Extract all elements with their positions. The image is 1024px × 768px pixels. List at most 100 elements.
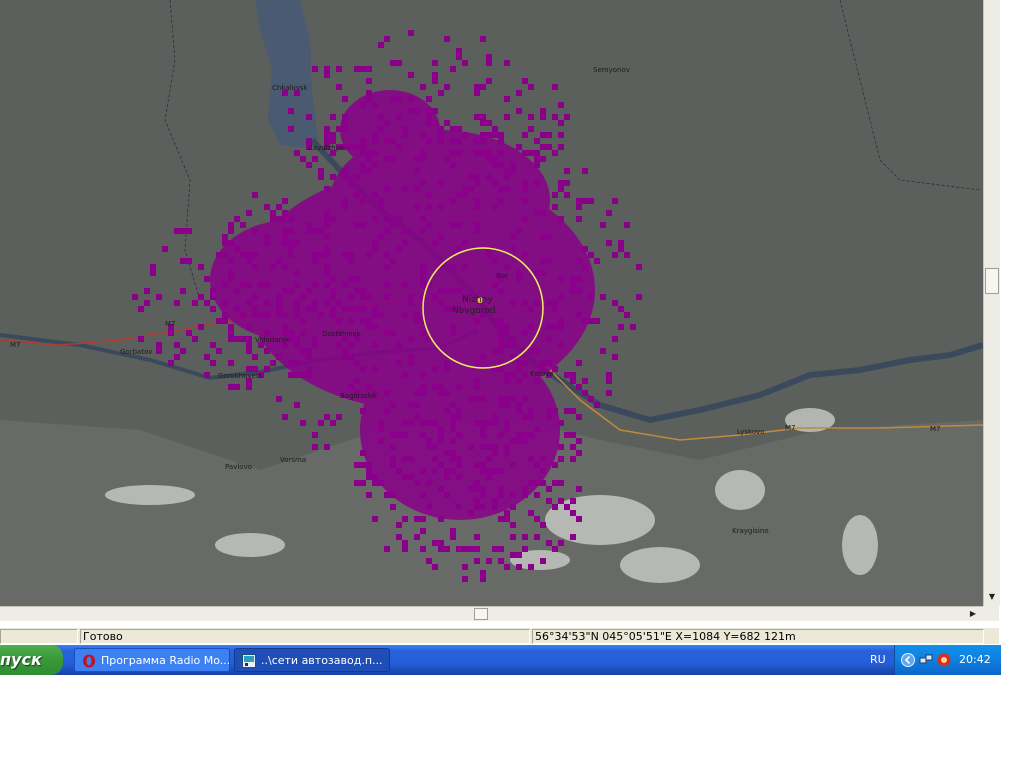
coverage-cell — [474, 150, 480, 156]
coverage-cell — [228, 222, 234, 228]
coverage-cell — [336, 66, 342, 72]
network-icon[interactable] — [919, 653, 933, 667]
coverage-cell — [558, 276, 564, 282]
coverage-cell — [486, 558, 492, 564]
coverage-cell — [426, 114, 432, 120]
coverage-cell — [366, 294, 372, 300]
coverage-cell — [582, 378, 588, 384]
coverage-cell — [156, 348, 162, 354]
taskbar-item-opera[interactable]: Программа Radio Mo... — [74, 648, 230, 672]
coverage-cell — [474, 378, 480, 384]
scroll-down-arrow-icon[interactable]: ▼ — [985, 589, 999, 604]
coverage-cell — [276, 216, 282, 222]
coverage-cell — [438, 300, 444, 306]
coverage-cell — [414, 480, 420, 486]
coverage-cell — [258, 312, 264, 318]
coverage-cell — [282, 216, 288, 222]
coverage-cell — [408, 300, 414, 306]
vertical-scroll-thumb[interactable] — [985, 268, 999, 294]
coverage-cell — [504, 396, 510, 402]
coverage-cell — [474, 90, 480, 96]
coverage-cell — [324, 186, 330, 192]
coverage-cell — [390, 138, 396, 144]
coverage-cell — [342, 168, 348, 174]
coverage-cell — [510, 462, 516, 468]
horizontal-scrollbar[interactable]: ▶ — [0, 606, 983, 621]
coverage-cell — [336, 126, 342, 132]
coverage-cell — [612, 354, 618, 360]
coverage-cell — [480, 120, 486, 126]
coverage-cell — [468, 510, 474, 516]
coverage-cell — [594, 318, 600, 324]
coverage-cell — [228, 228, 234, 234]
coverage-cell — [354, 378, 360, 384]
coverage-cell — [444, 492, 450, 498]
coverage-cell — [468, 546, 474, 552]
coverage-cell — [330, 114, 336, 120]
coverage-cell — [510, 504, 516, 510]
start-button[interactable]: пуск — [0, 645, 63, 675]
coverage-cell — [414, 414, 420, 420]
coverage-cell — [582, 246, 588, 252]
coverage-cell — [498, 486, 504, 492]
coverage-cell — [204, 372, 210, 378]
coverage-cell — [384, 546, 390, 552]
coverage-cell — [552, 192, 558, 198]
coverage-cell — [498, 186, 504, 192]
coverage-cell — [384, 330, 390, 336]
coverage-cell — [534, 462, 540, 468]
road-label: M7 — [165, 320, 176, 328]
coverage-cell — [462, 192, 468, 198]
coverage-cell — [252, 192, 258, 198]
coverage-cell — [276, 204, 282, 210]
coverage-cell — [372, 480, 378, 486]
coverage-cell — [474, 114, 480, 120]
coverage-cell — [618, 240, 624, 246]
coverage-cell — [516, 564, 522, 570]
coverage-cell — [516, 90, 522, 96]
horizontal-scroll-thumb[interactable] — [474, 608, 488, 620]
status-ready-text: Готово — [80, 629, 530, 644]
coverage-cell — [438, 426, 444, 432]
coverage-cell — [516, 378, 522, 384]
coverage-cell — [438, 138, 444, 144]
coverage-cell — [636, 264, 642, 270]
coverage-cell — [366, 492, 372, 498]
coverage-cell — [528, 456, 534, 462]
coverage-cell — [360, 450, 366, 456]
coverage-cell — [354, 462, 360, 468]
coverage-cell — [492, 504, 498, 510]
tray-expand-icon[interactable] — [901, 653, 915, 667]
coverage-cell — [420, 132, 426, 138]
coverage-cell — [540, 132, 546, 138]
coverage-cell — [372, 192, 378, 198]
coverage-cell — [600, 222, 606, 228]
coverage-cell — [180, 258, 186, 264]
language-indicator[interactable]: RU — [870, 653, 886, 666]
coverage-cell — [354, 288, 360, 294]
coverage-cell — [510, 300, 516, 306]
coverage-cell — [486, 444, 492, 450]
antivirus-icon[interactable] — [937, 653, 951, 667]
coverage-cell — [540, 234, 546, 240]
coverage-cell — [450, 402, 456, 408]
coverage-cell — [498, 324, 504, 330]
taskbar-item-radio-mobile[interactable]: ..\сети автозавод.п... — [234, 648, 390, 672]
coverage-cell — [342, 252, 348, 258]
coverage-cell — [450, 288, 456, 294]
clock[interactable]: 20:42 — [959, 653, 991, 666]
coverage-cell — [480, 570, 486, 576]
coverage-cell — [444, 360, 450, 366]
coverage-cell — [474, 420, 480, 426]
scroll-right-arrow-icon[interactable]: ▶ — [966, 608, 980, 620]
coverage-cell — [390, 258, 396, 264]
coverage-cell — [228, 240, 234, 246]
coverage-cell — [528, 414, 534, 420]
coverage-map[interactable]: Semyonov Zavolzhye Chkalovsk Bor Nizhny … — [0, 0, 983, 606]
coverage-cell — [306, 288, 312, 294]
coverage-cell — [570, 456, 576, 462]
vertical-scrollbar[interactable]: ▼ — [983, 0, 1000, 606]
coverage-cell — [438, 204, 444, 210]
coverage-cell — [534, 300, 540, 306]
coverage-cell — [276, 312, 282, 318]
